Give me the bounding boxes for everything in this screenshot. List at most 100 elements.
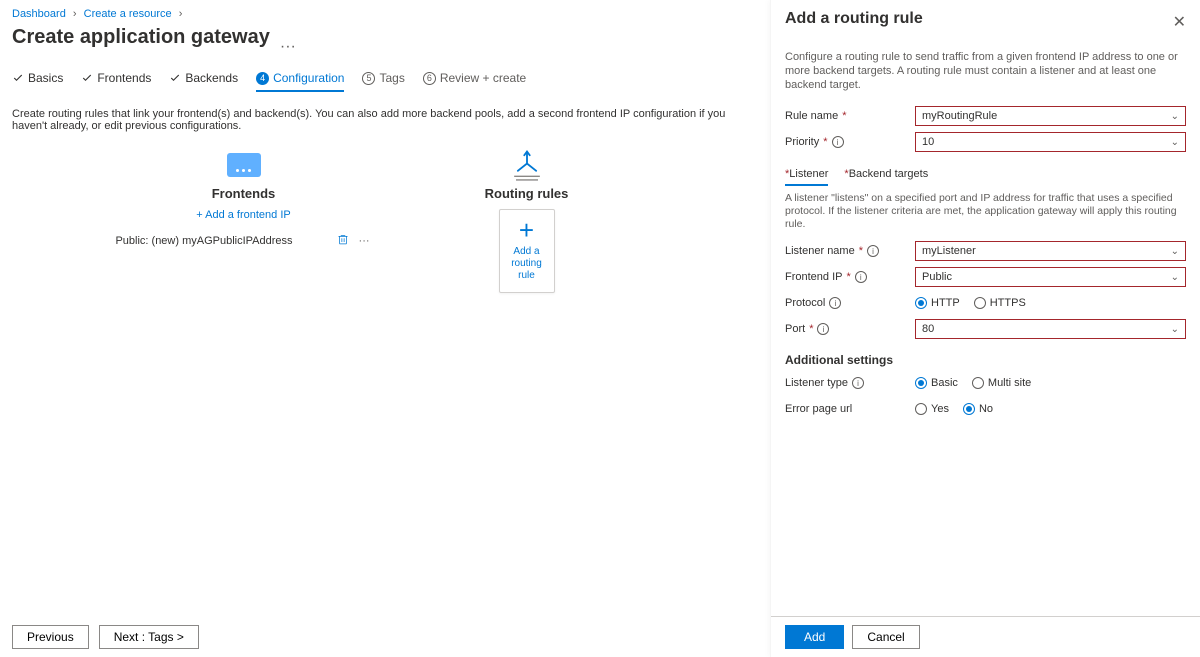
priority-input[interactable]: 10 ⌄: [915, 132, 1186, 152]
page-title: Create application gateway: [12, 26, 270, 49]
more-actions-icon[interactable]: ···: [280, 38, 296, 56]
close-icon[interactable]: ✕: [1173, 16, 1186, 30]
info-icon[interactable]: i: [829, 297, 841, 309]
plus-icon: +: [519, 220, 534, 240]
tab-review-create[interactable]: 6 Review + create: [423, 67, 526, 91]
check-icon: [81, 72, 93, 84]
breadcrumb: Dashboard › Create a resource ›: [12, 6, 758, 26]
radio-dot-icon: [915, 403, 927, 415]
frontend-ip-row: Frontend IP * i Public ⌄: [785, 267, 1186, 287]
rule-name-input[interactable]: myRoutingRule ⌄: [915, 106, 1186, 126]
protocol-https-radio[interactable]: HTTPS: [974, 297, 1026, 309]
wizard-footer: Previous Next : Tags >: [12, 625, 199, 649]
check-icon: [169, 72, 181, 84]
port-label: Port: [785, 323, 805, 335]
previous-button[interactable]: Previous: [12, 625, 89, 649]
required-icon: *: [823, 136, 827, 148]
chevron-right-icon: ›: [69, 8, 81, 20]
radio-dot-icon: [972, 377, 984, 389]
check-icon: [12, 72, 24, 84]
priority-value: 10: [922, 136, 934, 148]
required-icon: *: [846, 271, 850, 283]
listener-name-label: Listener name: [785, 245, 855, 257]
step-number-icon: 6: [423, 72, 436, 85]
frontends-title: Frontends: [212, 186, 276, 201]
next-button[interactable]: Next : Tags >: [99, 625, 199, 649]
port-input[interactable]: 80 ⌄: [915, 319, 1186, 339]
frontend-row: Public: (new) myAGPublicIPAddress ···: [115, 233, 371, 248]
step-current-icon: 4: [256, 72, 269, 85]
info-icon[interactable]: i: [867, 245, 879, 257]
panel-tabs: *Listener *Backend targets: [785, 166, 1186, 186]
chevron-down-icon: ⌄: [1171, 272, 1179, 283]
frontends-column: Frontends + Add a frontend IP Public: (n…: [102, 150, 385, 293]
routing-rules-icon: [505, 150, 549, 180]
listener-description: A listener "listens" on a specified port…: [785, 192, 1186, 231]
radio-dot-icon: [974, 297, 986, 309]
routing-rules-title: Routing rules: [485, 186, 569, 201]
chevron-down-icon: ⌄: [1171, 246, 1179, 257]
frontends-icon: [222, 150, 266, 180]
wizard-tabs: Basics Frontends Backends 4 Configuratio…: [12, 67, 758, 92]
blade-title: Add a routing rule: [785, 10, 923, 28]
panel-tab-backend-targets[interactable]: *Backend targets: [844, 166, 928, 186]
listener-type-row: Listener type i Basic Multi site: [785, 373, 1186, 393]
listener-type-basic-radio[interactable]: Basic: [915, 377, 958, 389]
required-icon: *: [809, 323, 813, 335]
tab-frontends[interactable]: Frontends: [81, 67, 151, 91]
frontend-ip-select[interactable]: Public ⌄: [915, 267, 1186, 287]
frontend-ip-value: Public: [922, 271, 952, 283]
listener-type-label: Listener type: [785, 377, 848, 389]
helper-text: Create routing rules that link your fron…: [12, 108, 758, 132]
breadcrumb-dashboard[interactable]: Dashboard: [12, 8, 66, 20]
panel-tab-listener[interactable]: *Listener: [785, 166, 828, 186]
rule-name-row: Rule name * myRoutingRule ⌄: [785, 106, 1186, 126]
add-button[interactable]: Add: [785, 625, 844, 649]
listener-type-multi-radio[interactable]: Multi site: [972, 377, 1031, 389]
rule-name-label: Rule name: [785, 110, 838, 122]
listener-name-input[interactable]: myListener ⌄: [915, 241, 1186, 261]
cancel-button[interactable]: Cancel: [852, 625, 919, 649]
main-content: Dashboard › Create a resource › Create a…: [0, 0, 770, 657]
additional-settings-heading: Additional settings: [785, 353, 1186, 367]
tab-basics[interactable]: Basics: [12, 67, 63, 91]
tab-label: Frontends: [97, 71, 151, 85]
tab-label: Basics: [28, 71, 63, 85]
error-page-yes-radio[interactable]: Yes: [915, 403, 949, 415]
protocol-http-radio[interactable]: HTTP: [915, 297, 960, 309]
add-frontend-ip-link[interactable]: + Add a frontend IP: [196, 209, 291, 221]
listener-name-value: myListener: [922, 245, 976, 257]
info-icon[interactable]: i: [817, 323, 829, 335]
required-icon: *: [842, 110, 846, 122]
error-page-no-radio[interactable]: No: [963, 403, 993, 415]
error-page-row: Error page url Yes No: [785, 399, 1186, 419]
chevron-down-icon: ⌄: [1171, 111, 1179, 122]
info-icon[interactable]: i: [852, 377, 864, 389]
step-number-icon: 5: [362, 72, 375, 85]
port-value: 80: [922, 323, 934, 335]
tab-backends[interactable]: Backends: [169, 67, 238, 91]
frontend-ip-label: Public: (new) myAGPublicIPAddress: [115, 235, 292, 247]
port-row: Port * i 80 ⌄: [785, 319, 1186, 339]
chevron-down-icon: ⌄: [1171, 137, 1179, 148]
add-routing-rule-blade: Add a routing rule ✕ Configure a routing…: [770, 0, 1200, 657]
add-routing-rule-label: Add a routing rule: [500, 246, 554, 282]
breadcrumb-create-resource[interactable]: Create a resource: [84, 8, 172, 20]
rule-name-value: myRoutingRule: [922, 110, 997, 122]
title-row: Create application gateway ···: [12, 26, 758, 67]
delete-icon[interactable]: [335, 233, 351, 248]
radio-dot-icon: [915, 377, 927, 389]
protocol-row: Protocol i HTTP HTTPS: [785, 293, 1186, 313]
add-routing-rule-card[interactable]: + Add a routing rule: [499, 209, 555, 293]
info-icon[interactable]: i: [832, 136, 844, 148]
priority-label: Priority: [785, 136, 819, 148]
protocol-label: Protocol: [785, 297, 825, 309]
info-icon[interactable]: i: [855, 271, 867, 283]
radio-dot-icon: [963, 403, 975, 415]
listener-name-row: Listener name * i myListener ⌄: [785, 241, 1186, 261]
tab-tags[interactable]: 5 Tags: [362, 67, 404, 91]
tab-label: Tags: [379, 71, 404, 85]
tab-configuration[interactable]: 4 Configuration: [256, 67, 344, 91]
more-icon[interactable]: ···: [357, 235, 372, 247]
tab-label: Configuration: [273, 71, 344, 85]
